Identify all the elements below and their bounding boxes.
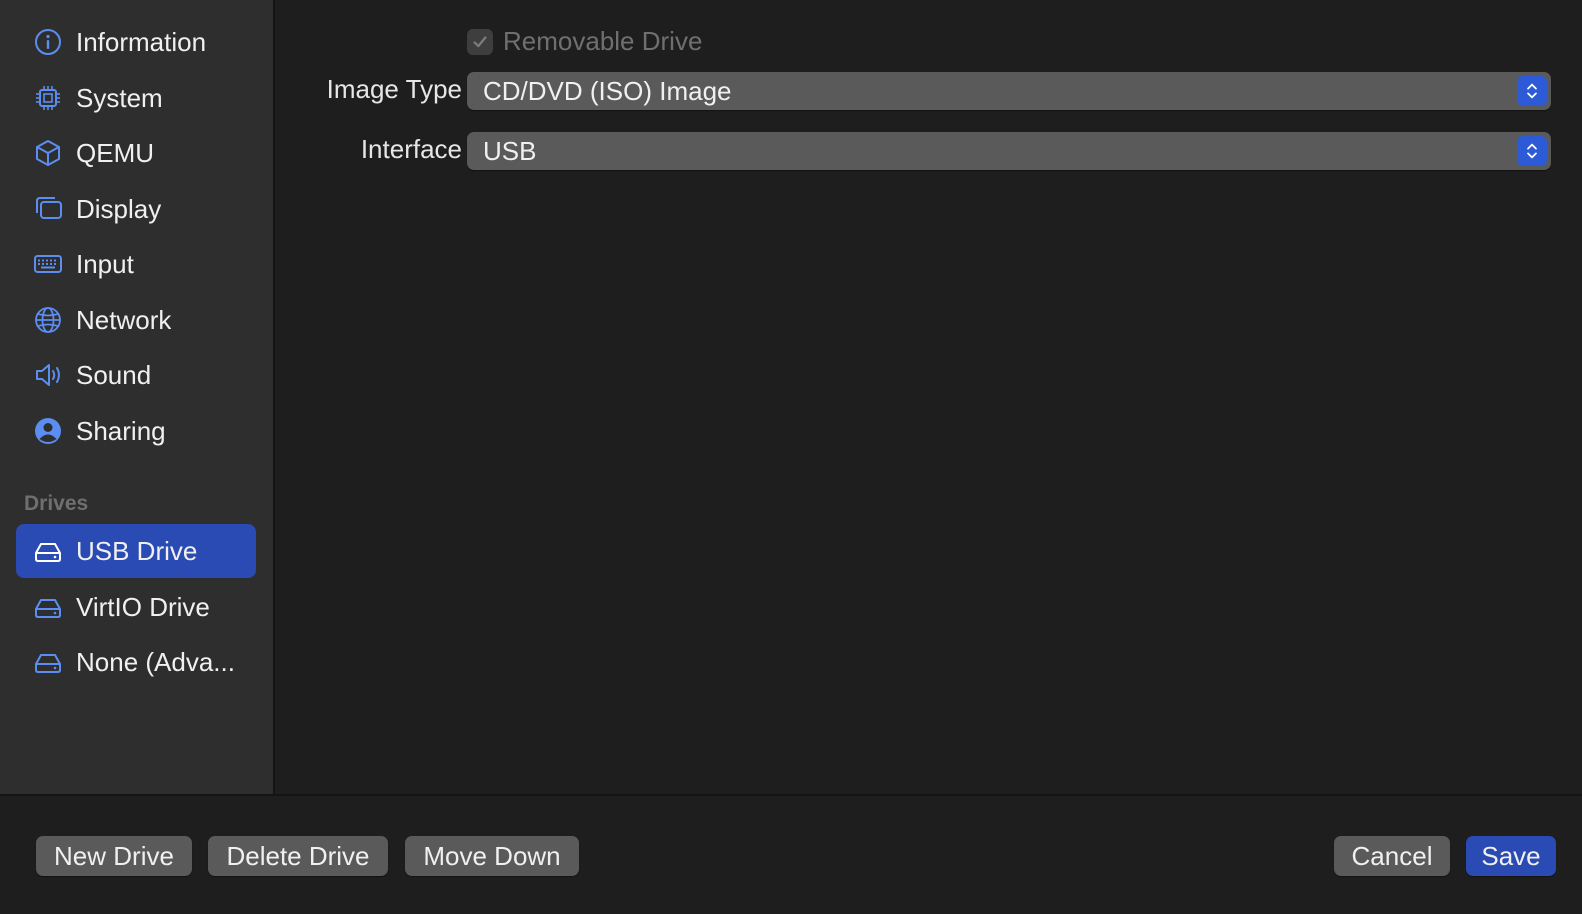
drives-section-header: Drives xyxy=(24,492,89,515)
interface-select[interactable]: USB xyxy=(467,132,1551,170)
drive-icon xyxy=(32,591,64,623)
sidebar-item-label: System xyxy=(76,82,163,113)
sidebar-item-network[interactable]: Network xyxy=(16,293,256,347)
interface-value: USB xyxy=(483,135,537,166)
sidebar-item-label: USB Drive xyxy=(76,535,198,566)
sidebar-item-usb-drive[interactable]: USB Drive xyxy=(16,524,256,578)
sidebar-item-system[interactable]: System xyxy=(16,71,256,125)
sidebar-item-input[interactable]: Input xyxy=(16,237,256,291)
checkmark-icon xyxy=(473,35,487,47)
sidebar-item-information[interactable]: Information xyxy=(16,15,256,69)
sidebar-item-virtio-drive[interactable]: VirtIO Drive xyxy=(16,580,256,634)
sidebar-item-sound[interactable]: Sound xyxy=(16,348,256,402)
cube-icon xyxy=(32,137,64,169)
info-icon xyxy=(32,26,64,58)
image-type-select[interactable]: CD/DVD (ISO) Image xyxy=(467,72,1551,110)
save-button[interactable]: Save xyxy=(1466,836,1556,876)
sidebar-item-label: None (Adva... xyxy=(76,646,235,677)
sidebar-item-none-drive[interactable]: None (Adva... xyxy=(16,635,256,689)
sidebar-item-sharing[interactable]: Sharing xyxy=(16,404,256,458)
settings-window: Information System QEMU Display Input Ne… xyxy=(0,0,1582,914)
interface-label: Interface xyxy=(360,134,462,164)
sidebar-item-label: Sound xyxy=(76,359,152,390)
image-type-label: Image Type xyxy=(326,74,462,104)
chevron-up-down-icon xyxy=(1517,76,1547,106)
footer-divider xyxy=(0,794,1582,796)
new-drive-button[interactable]: New Drive xyxy=(36,836,192,876)
drive-settings-panel: Removable Drive Image Type CD/DVD (ISO) … xyxy=(277,0,1582,794)
sidebar-item-label: VirtIO Drive xyxy=(76,591,210,622)
sidebar: Information System QEMU Display Input Ne… xyxy=(0,0,275,794)
sidebar-item-display[interactable]: Display xyxy=(16,182,256,236)
person-icon xyxy=(32,415,64,447)
globe-icon xyxy=(32,304,64,336)
sidebar-item-qemu[interactable]: QEMU xyxy=(16,126,256,180)
chevron-up-down-icon xyxy=(1517,136,1547,166)
sidebar-item-label: Information xyxy=(76,26,207,57)
display-icon xyxy=(32,193,64,225)
sidebar-item-label: Network xyxy=(76,304,172,335)
sidebar-item-label: Input xyxy=(76,248,134,279)
removable-drive-row: Removable Drive xyxy=(467,26,702,57)
removable-drive-label: Removable Drive xyxy=(503,26,703,56)
delete-drive-button[interactable]: Delete Drive xyxy=(208,836,388,876)
image-type-value: CD/DVD (ISO) Image xyxy=(483,75,732,106)
sidebar-item-label: Display xyxy=(76,193,162,224)
speaker-icon xyxy=(32,359,64,391)
move-down-button[interactable]: Move Down xyxy=(405,836,579,876)
cancel-button[interactable]: Cancel xyxy=(1334,836,1450,876)
sidebar-item-label: QEMU xyxy=(76,137,154,168)
removable-drive-checkbox[interactable] xyxy=(467,28,493,55)
cpu-icon xyxy=(32,82,64,114)
sidebar-item-label: Sharing xyxy=(76,415,166,446)
drive-icon xyxy=(32,535,64,567)
drive-icon xyxy=(32,646,64,678)
keyboard-icon xyxy=(32,248,64,280)
